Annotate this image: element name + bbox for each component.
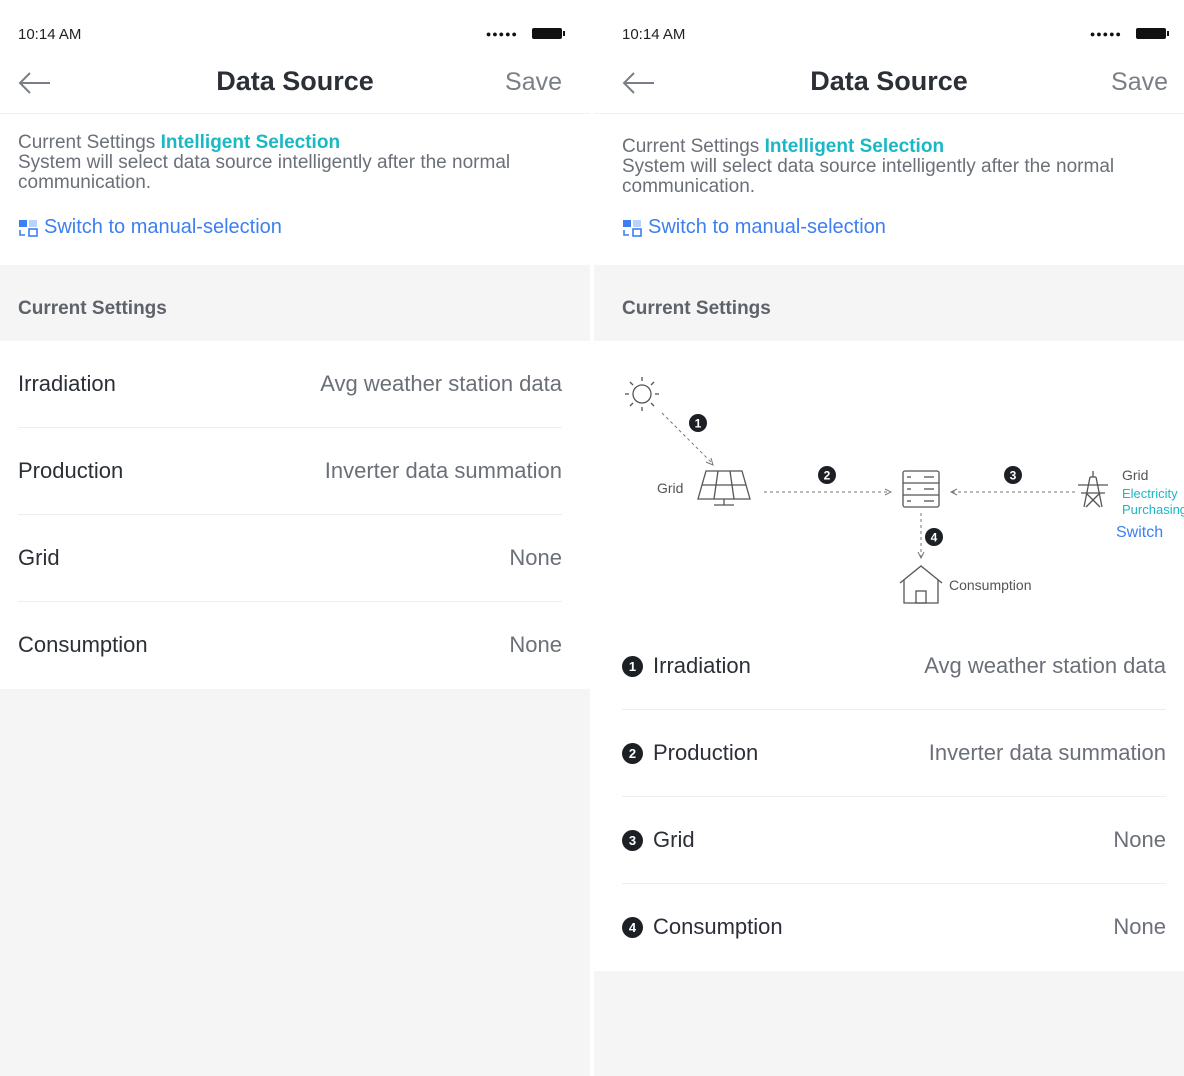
badge-2: 2: [818, 466, 836, 484]
section-header: Current Settings: [0, 265, 590, 341]
row-grid: Grid None: [18, 515, 562, 602]
section-header: Current Settings: [594, 265, 1184, 341]
switch-manual-link[interactable]: Switch to manual-selection: [18, 216, 282, 239]
row-label: 3 Grid: [622, 827, 695, 853]
number-badge: 3: [622, 829, 643, 851]
row-production: 2 Production Inverter data summation: [622, 710, 1166, 797]
row-value: Avg weather station data: [924, 653, 1166, 678]
house-icon: [899, 565, 943, 604]
row-label-text: Irradiation: [653, 653, 751, 678]
section-title: Current Settings: [622, 298, 771, 319]
row-label: Irradiation: [18, 371, 116, 396]
row-consumption: Consumption None: [18, 602, 562, 689]
row-grid: 3 Grid None: [622, 797, 1166, 884]
number-badge: 4: [622, 916, 643, 938]
row-label: 1 Irradiation: [622, 653, 751, 679]
number-badge: 1: [622, 655, 643, 677]
svg-text:1: 1: [695, 417, 702, 431]
screen-right: 10:14 AM ●●●●● Data Source Save Current …: [594, 0, 1184, 1076]
data-flow-diagram: 1 Grid 2 3 Grid Electricity Purchasing S…: [594, 341, 1184, 623]
svg-text:3: 3: [1010, 469, 1017, 483]
row-label: Production: [18, 458, 124, 483]
settings-list: Irradiation Avg weather station data Pro…: [0, 341, 590, 689]
navbar: Data Source Save: [594, 52, 1184, 114]
info-description: System will select data source intellige…: [622, 156, 1115, 197]
row-value: None: [1113, 914, 1166, 939]
settings-info: Current Settings Intelligent Selection S…: [622, 137, 1177, 197]
row-value: None: [509, 545, 562, 570]
number-badge: 2: [622, 742, 643, 764]
settings-list: 1 Irradiation Avg weather station data 2…: [594, 623, 1184, 971]
row-value: Avg weather station data: [320, 371, 562, 396]
battery-icon: [1136, 28, 1169, 39]
top-panel: 10:14 AM ●●●●● Data Source Save Current …: [0, 0, 590, 265]
row-irradiation: Irradiation Avg weather station data: [18, 341, 562, 428]
row-label-text: Grid: [653, 827, 695, 852]
switch-manual-link[interactable]: Switch to manual-selection: [622, 216, 886, 239]
battery-icon: [532, 28, 565, 39]
row-label: Grid: [18, 545, 60, 570]
row-label: 4 Consumption: [622, 914, 783, 940]
svg-text:2: 2: [824, 469, 831, 483]
signal-icon: ●●●●●: [485, 28, 518, 39]
switch-icon: [623, 219, 642, 237]
switch-icon: [19, 219, 38, 237]
solar-panel-icon: [697, 470, 751, 506]
status-indicators: ●●●●●: [485, 28, 565, 39]
row-value: None: [1113, 827, 1166, 852]
info-prefix: Current Settings: [622, 136, 760, 157]
electricity-label: Electricity: [1122, 486, 1178, 501]
badge-1: 1: [689, 414, 707, 432]
row-consumption: 4 Consumption None: [622, 884, 1166, 971]
diagram-switch-link[interactable]: Switch: [1116, 524, 1163, 541]
row-label-text: Consumption: [653, 914, 783, 939]
save-button[interactable]: Save: [505, 68, 562, 97]
power-tower-icon: [1078, 471, 1108, 508]
svg-text:4: 4: [931, 531, 938, 545]
server-icon: [902, 470, 940, 508]
grid-left-label: Grid: [657, 480, 683, 496]
row-irradiation: 1 Irradiation Avg weather station data: [622, 623, 1166, 710]
consumption-label: Consumption: [949, 577, 1032, 593]
row-value: Inverter data summation: [928, 740, 1166, 765]
info-mode: Intelligent Selection: [764, 136, 945, 157]
row-value: Inverter data summation: [324, 458, 562, 483]
sun-icon: [625, 377, 659, 411]
row-value: None: [509, 632, 562, 657]
info-prefix: Current Settings: [18, 132, 156, 153]
screen-left: 10:14 AM ●●●●● Data Source Save Current …: [0, 0, 590, 1076]
row-production: Production Inverter data summation: [18, 428, 562, 515]
settings-info: Current Settings Intelligent Selection S…: [18, 133, 573, 193]
row-label: 2 Production: [622, 740, 758, 766]
status-indicators: ●●●●●: [1089, 28, 1169, 39]
top-panel: 10:14 AM ●●●●● Data Source Save Current …: [594, 0, 1184, 265]
grid-right-label: Grid: [1122, 467, 1148, 483]
badge-4: 4: [925, 528, 943, 546]
signal-icon: ●●●●●: [1089, 28, 1122, 39]
page-title: Data Source: [810, 66, 968, 96]
purchasing-label: Purchasing: [1122, 502, 1184, 517]
status-time: 10:14 AM: [622, 26, 686, 43]
flow-arrow-1: [705, 457, 714, 466]
page-title: Data Source: [216, 66, 374, 96]
status-time: 10:14 AM: [18, 26, 82, 43]
section-title: Current Settings: [18, 298, 167, 319]
badge-3: 3: [1004, 466, 1022, 484]
info-description: System will select data source intellige…: [18, 152, 511, 193]
info-mode: Intelligent Selection: [160, 132, 341, 153]
diagram-svg: 1 Grid 2 3 Grid Electricity Purchasing S…: [625, 377, 1184, 604]
row-label: Consumption: [18, 632, 148, 657]
save-button[interactable]: Save: [1111, 68, 1168, 97]
navbar: Data Source Save: [0, 52, 590, 114]
row-label-text: Production: [653, 740, 759, 765]
switch-manual-label: Switch to manual-selection: [44, 216, 282, 238]
switch-manual-label: Switch to manual-selection: [648, 216, 886, 238]
